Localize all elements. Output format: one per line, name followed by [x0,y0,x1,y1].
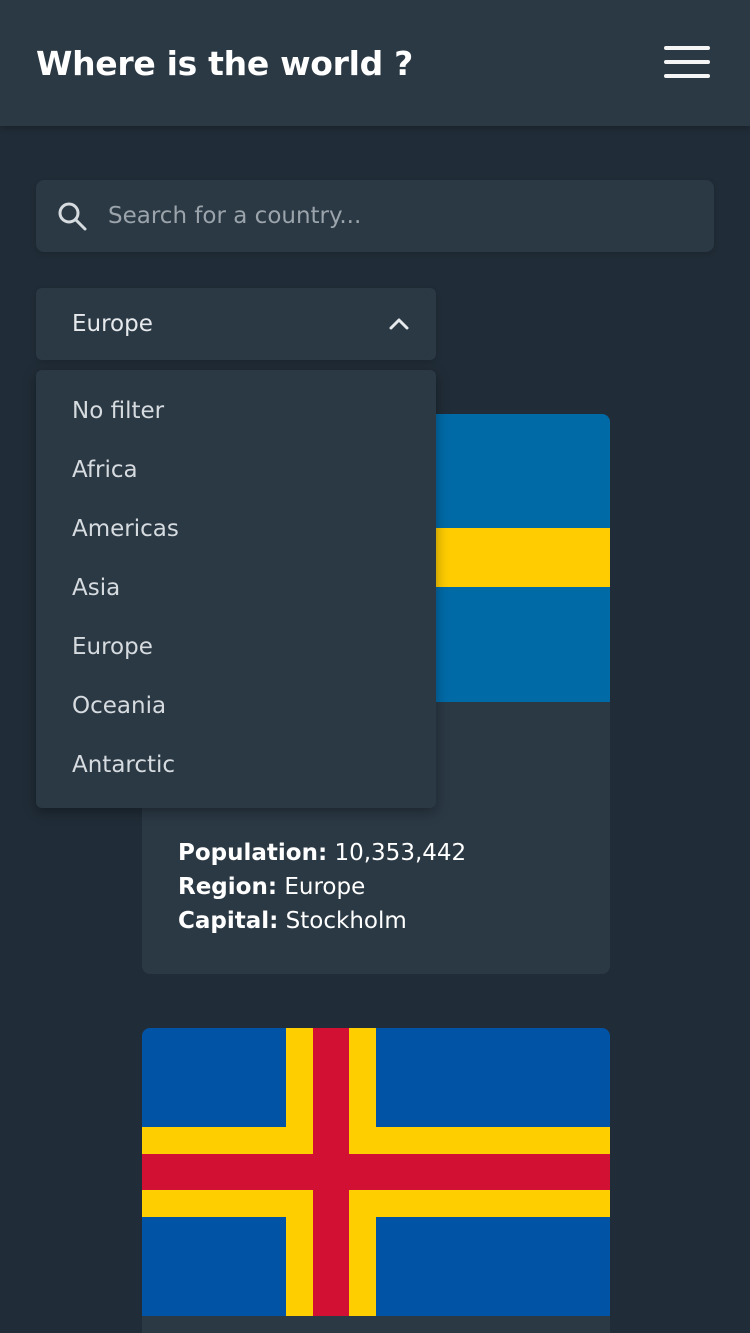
population-value: 10,353,442 [334,840,467,866]
app-title: Where is the world ? [36,44,413,83]
region-label: Region: [178,874,278,900]
top-bar: Where is the world ? [0,0,750,126]
filter-option-europe[interactable]: Europe [36,618,436,677]
menu-line [664,46,710,50]
capital-row: Capital: Stockholm [178,904,466,938]
region-filter-menu: No filter Africa Americas Asia Europe Oc… [36,370,436,808]
search-input[interactable] [108,180,698,252]
region-value: Europe [284,874,366,900]
chevron-up-icon [389,318,409,330]
search-box [36,180,714,252]
filter-option-africa[interactable]: Africa [36,441,436,500]
aland-flag [142,1028,610,1316]
menu-line [664,60,710,64]
population-label: Population: [178,840,328,866]
region-filter-select[interactable]: Europe [36,288,436,360]
capital-value: Stockholm [285,908,407,934]
country-card-aland[interactable] [142,1028,610,1333]
capital-label: Capital: [178,908,279,934]
hamburger-menu-icon[interactable] [664,46,710,80]
filter-option-oceania[interactable]: Oceania [36,677,436,736]
filter-option-no-filter[interactable]: No filter [36,382,436,441]
filter-option-americas[interactable]: Americas [36,500,436,559]
region-row: Region: Europe [178,870,466,904]
filter-option-asia[interactable]: Asia [36,559,436,618]
menu-line [664,74,710,78]
country-stats: Population: 10,353,442 Region: Europe Ca… [178,836,466,938]
region-filter-value: Europe [72,311,153,337]
search-icon [58,202,87,231]
population-row: Population: 10,353,442 [178,836,466,870]
filter-option-antarctic[interactable]: Antarctic [36,736,436,795]
